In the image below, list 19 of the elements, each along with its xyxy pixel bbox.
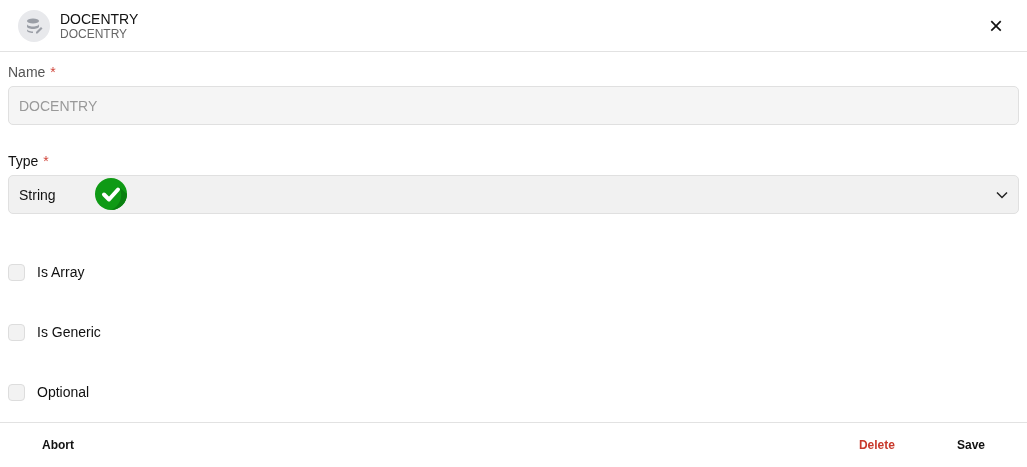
required-mark: * [43,153,49,170]
checkbox[interactable] [8,263,25,281]
required-mark: * [50,64,56,81]
checkbox[interactable] [8,383,25,401]
close-button[interactable]: × [985,13,1007,38]
field-label: Name [8,64,46,81]
database-icon [18,9,50,42]
checkbox-label: Is Generic [37,324,101,341]
action-button[interactable]: Abort [42,434,74,456]
field-label: Type [8,153,39,170]
header-subtitle: DOCENTRY [60,26,129,41]
action-button[interactable]: Save [956,434,985,456]
delete-button[interactable]: Delete [858,434,895,456]
header-title: DOCENTRY [60,10,140,27]
checkbox-label: Is Array [37,264,85,281]
type-select[interactable]: String [8,175,1019,215]
chevron-down-icon [996,190,1008,199]
checkbox[interactable] [8,323,25,341]
checkbox-label: Optional [37,384,90,401]
